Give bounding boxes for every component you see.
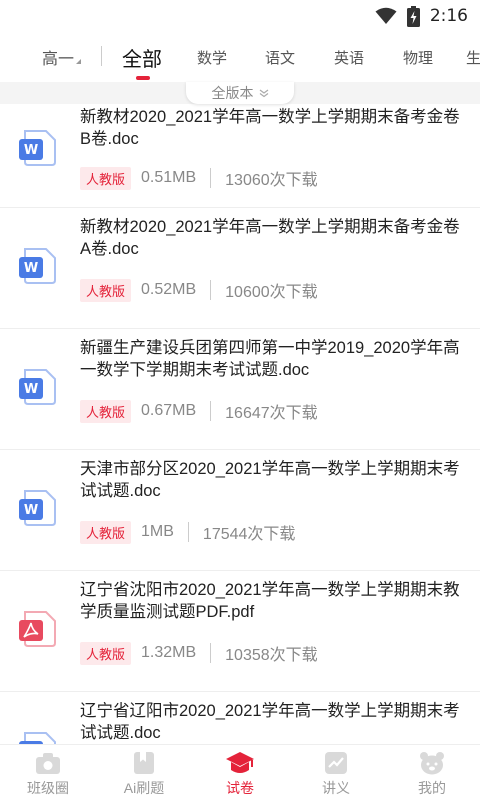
doc-meta: 人教版 0.51MB 13060次下载 — [80, 166, 318, 190]
word-icon: W — [19, 732, 56, 744]
bottom-nav: 班级圈 Ai刷题 试卷 讲义 我的 — [0, 744, 480, 800]
nav-label: 试卷 — [226, 780, 254, 796]
divider — [187, 522, 189, 542]
svg-text:W: W — [24, 503, 38, 518]
nav-label: 我的 — [418, 780, 446, 796]
svg-text:W: W — [24, 261, 38, 276]
divider — [210, 168, 212, 188]
list-item[interactable]: W 辽宁省辽阳市2020_2021学年高一数学上学期期末考试试题.doc — [0, 692, 480, 744]
subject-bar: 高一 全部 数学 语文 英语 物理 生 — [0, 32, 480, 82]
doc-title: 新教材2020_2021学年高一数学上学期期末备考金卷B卷.doc — [80, 108, 460, 148]
list-item[interactable]: W 天津市部分区2020_2021学年高一数学上学期期末考试试题.doc 人教版… — [0, 450, 480, 571]
status-time: 2:16 — [429, 6, 468, 26]
chart-icon — [325, 752, 347, 774]
doc-title: 天津市部分区2020_2021学年高一数学上学期期末考试试题.doc — [80, 460, 460, 500]
active-tab-indicator — [136, 76, 150, 80]
grade-selector[interactable]: 高一 — [42, 32, 82, 82]
tab-math[interactable]: 数学 — [197, 32, 227, 82]
graduation-cap-icon — [226, 752, 254, 773]
word-icon: W — [19, 130, 56, 166]
doc-meta: 人教版 1.32MB 10358次下载 — [80, 641, 318, 665]
document-list: W 新教材2020_2021学年高一数学上学期期末备考金卷B卷.doc 人教版 … — [0, 104, 480, 744]
svg-text:W: W — [24, 382, 38, 397]
bookmark-icon — [134, 752, 154, 774]
tab-physics[interactable]: 物理 — [403, 32, 433, 82]
file-size: 1MB — [141, 523, 174, 540]
list-item[interactable]: W 新教材2020_2021学年高一数学上学期期末备考金卷A卷.doc 人教版 … — [0, 208, 480, 329]
doc-title: 新教材2020_2021学年高一数学上学期期末备考金卷A卷.doc — [80, 218, 460, 258]
doc-meta: 人教版 0.52MB 10600次下载 — [80, 278, 318, 302]
download-count: 13060次下载 — [225, 172, 318, 189]
wifi-icon — [375, 7, 397, 24]
download-count: 16647次下载 — [225, 405, 318, 422]
nav-label: 班级圈 — [27, 780, 69, 796]
dropdown-triangle-icon — [76, 58, 82, 64]
doc-meta: 人教版 0.67MB 16647次下载 — [80, 399, 318, 423]
tab-chinese[interactable]: 语文 — [265, 32, 295, 82]
nav-class-circle[interactable]: 班级圈 — [0, 745, 96, 800]
camera-icon — [36, 753, 60, 774]
download-count: 10600次下载 — [225, 284, 318, 301]
list-item[interactable]: W 新疆生产建设兵团第四师第一中学2019_2020学年高一数学下学期期末考试试… — [0, 329, 480, 450]
nav-label: Ai刷题 — [123, 780, 165, 796]
file-size: 0.52MB — [141, 281, 197, 298]
version-badge: 人教版 — [80, 520, 132, 544]
word-icon: W — [19, 248, 56, 284]
grade-label: 高一 — [42, 51, 75, 68]
word-icon: W — [19, 369, 56, 405]
nav-handouts[interactable]: 讲义 — [288, 745, 384, 800]
version-badge: 人教版 — [80, 166, 132, 190]
word-icon: W — [19, 490, 56, 526]
version-badge: 人教版 — [80, 278, 132, 302]
doc-title: 新疆生产建设兵团第四师第一中学2019_2020学年高一数学下学期期末考试试题.… — [80, 339, 460, 379]
battery-charging-icon — [406, 5, 420, 27]
pdf-icon — [19, 611, 56, 647]
status-bar: 2:16 — [0, 0, 480, 32]
divider — [210, 643, 212, 663]
nav-label: 讲义 — [322, 780, 350, 796]
tab-all[interactable]: 全部 — [122, 32, 162, 82]
doc-meta: 人教版 1MB 17544次下载 — [80, 520, 295, 544]
tab-english[interactable]: 英语 — [334, 32, 364, 82]
version-badge: 人教版 — [80, 641, 132, 665]
download-count: 17544次下载 — [202, 526, 296, 543]
nav-exam-papers[interactable]: 试卷 — [192, 745, 288, 800]
version-label: 全版本 — [211, 85, 254, 101]
doc-title: 辽宁省沈阳市2020_2021学年高一数学上学期期末教学质量监测试题PDF.pd… — [80, 581, 460, 621]
doc-title: 辽宁省辽阳市2020_2021学年高一数学上学期期末考试试题.doc — [80, 702, 460, 742]
file-size: 0.51MB — [141, 169, 197, 186]
file-size: 1.32MB — [141, 644, 197, 661]
version-filter[interactable]: 全版本 — [186, 82, 294, 104]
bear-icon — [420, 752, 444, 775]
download-count: 10358次下载 — [225, 647, 318, 664]
chevron-down-icon — [259, 89, 268, 98]
tab-biology[interactable]: 生 — [466, 32, 480, 82]
divider — [101, 46, 102, 66]
svg-text:W: W — [24, 143, 38, 158]
nav-ai-practice[interactable]: Ai刷题 — [96, 745, 192, 800]
list-item[interactable]: 辽宁省沈阳市2020_2021学年高一数学上学期期末教学质量监测试题PDF.pd… — [0, 571, 480, 692]
version-badge: 人教版 — [80, 399, 132, 423]
nav-me[interactable]: 我的 — [384, 745, 480, 800]
file-size: 0.67MB — [141, 402, 197, 419]
divider — [210, 401, 212, 421]
divider — [210, 280, 212, 300]
list-item[interactable]: W 新教材2020_2021学年高一数学上学期期末备考金卷B卷.doc 人教版 … — [0, 104, 480, 208]
